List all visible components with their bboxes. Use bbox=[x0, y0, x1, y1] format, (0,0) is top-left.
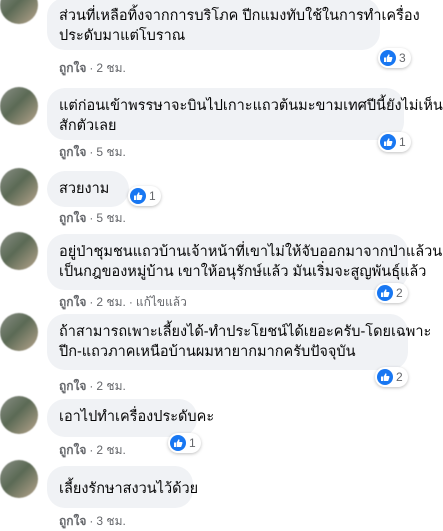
timestamp[interactable]: 2 ชม. bbox=[96, 379, 125, 393]
comment-text: ประดับมาแต่โบราณ bbox=[59, 28, 186, 44]
comment-text: ถ้าสามารถเพาะเลี้ยงได้-ทำประโยชน์ได้เยอะ… bbox=[59, 324, 432, 340]
comment-actions: ถูกใจ · 5 ชม. bbox=[59, 145, 126, 159]
like-link[interactable]: ถูกใจ bbox=[59, 379, 86, 393]
avatar[interactable] bbox=[0, 168, 38, 206]
timestamp[interactable]: 5 ชม. bbox=[96, 145, 125, 159]
avatar[interactable] bbox=[0, 313, 38, 351]
timestamp[interactable]: 2 ชม. bbox=[96, 61, 125, 75]
thumbs-up-icon bbox=[380, 50, 396, 66]
comment-bubble: ถ้าสามารถเพาะเลี้ยงได้-ทำประโยชน์ได้เยอะ… bbox=[47, 314, 432, 370]
avatar[interactable] bbox=[0, 232, 38, 270]
comment-text: เป็นกฎของหมู่บ้าน เขาให้อนุรักษ์แล้ว มัน… bbox=[59, 264, 427, 280]
edited-label[interactable]: แก้ไขแล้ว bbox=[136, 295, 187, 309]
reaction-count[interactable]: 2 bbox=[375, 367, 408, 387]
like-link[interactable]: ถูกใจ bbox=[59, 443, 86, 457]
reaction-count[interactable]: 2 bbox=[375, 283, 408, 303]
comment-actions: ถูกใจ · 2 ชม. bbox=[59, 61, 126, 75]
comment-text: แต่ก่อนเข้าพรรษาจะบินไปเกาะแถวต้นมะขามเท… bbox=[59, 98, 443, 114]
comment-text: อยู่ป่าชุมชนแถวบ้านเจ้าหน้าที่เขาไม่ให้จ… bbox=[59, 244, 443, 260]
like-link[interactable]: ถูกใจ bbox=[59, 295, 86, 309]
timestamp[interactable]: 3 ชม. bbox=[96, 514, 125, 528]
timestamp[interactable]: 2 ชม. bbox=[96, 295, 125, 309]
thumbs-up-icon bbox=[377, 285, 393, 301]
comment-actions: ถูกใจ · 2 ชม. bbox=[59, 443, 126, 457]
comment-actions: ถูกใจ · 5 ชม. bbox=[59, 211, 126, 225]
comment-bubble: แต่ก่อนเข้าพรรษาจะบินไปเกาะแถวต้นมะขามเท… bbox=[47, 88, 443, 140]
comment-text: ปีก-แถวภาคเหนือบ้านผมหายากมากครับปัจจุบั… bbox=[59, 344, 356, 360]
comment-bubble: เลี้ยงรักษาสงวนไว้ด้วย bbox=[47, 466, 199, 508]
thumbs-up-icon bbox=[170, 435, 186, 451]
comment-bubble: ส่วนที่เหลือทิ้งจากการบริโภค ปีกแมงทับใช… bbox=[47, 0, 420, 50]
avatar[interactable] bbox=[0, 87, 38, 125]
comment-actions: ถูกใจ · 2 ชม. · แก้ไขแล้ว bbox=[59, 295, 187, 309]
like-link[interactable]: ถูกใจ bbox=[59, 145, 86, 159]
like-link[interactable]: ถูกใจ bbox=[59, 514, 86, 528]
thumbs-up-icon bbox=[377, 369, 393, 385]
comment-text: สักตัวเลย bbox=[59, 118, 117, 134]
comment-actions: ถูกใจ · 3 ชม. bbox=[59, 514, 126, 528]
timestamp[interactable]: 5 ชม. bbox=[96, 211, 125, 225]
comment-bubble: สวยงาม bbox=[47, 171, 129, 207]
comment-text: สวยงาม bbox=[59, 181, 110, 197]
like-link[interactable]: ถูกใจ bbox=[59, 211, 86, 225]
thumbs-up-icon bbox=[130, 188, 146, 204]
comment-actions: ถูกใจ · 2 ชม. bbox=[59, 379, 126, 393]
reaction-count[interactable]: 1 bbox=[128, 186, 161, 206]
reaction-count[interactable]: 1 bbox=[378, 132, 411, 152]
comment-bubble: อยู่ป่าชุมชนแถวบ้านเจ้าหน้าที่เขาไม่ให้จ… bbox=[47, 234, 443, 290]
comment-text: ส่วนที่เหลือทิ้งจากการบริโภค ปีกแมงทับใช… bbox=[59, 8, 420, 24]
reaction-count[interactable]: 3 bbox=[378, 48, 411, 68]
reaction-count[interactable]: 1 bbox=[168, 433, 201, 453]
comment-text: เอาไปทำเครื่องประดับคะ bbox=[59, 409, 215, 425]
like-link[interactable]: ถูกใจ bbox=[59, 61, 86, 75]
thumbs-up-icon bbox=[380, 134, 396, 150]
timestamp[interactable]: 2 ชม. bbox=[96, 443, 125, 457]
comment-text: เลี้ยงรักษาสงวนไว้ด้วย bbox=[59, 481, 199, 497]
avatar[interactable] bbox=[0, 0, 38, 24]
comment-bubble: เอาไปทำเครื่องประดับคะ bbox=[47, 399, 215, 437]
avatar[interactable] bbox=[0, 396, 38, 434]
avatar[interactable] bbox=[0, 460, 38, 498]
